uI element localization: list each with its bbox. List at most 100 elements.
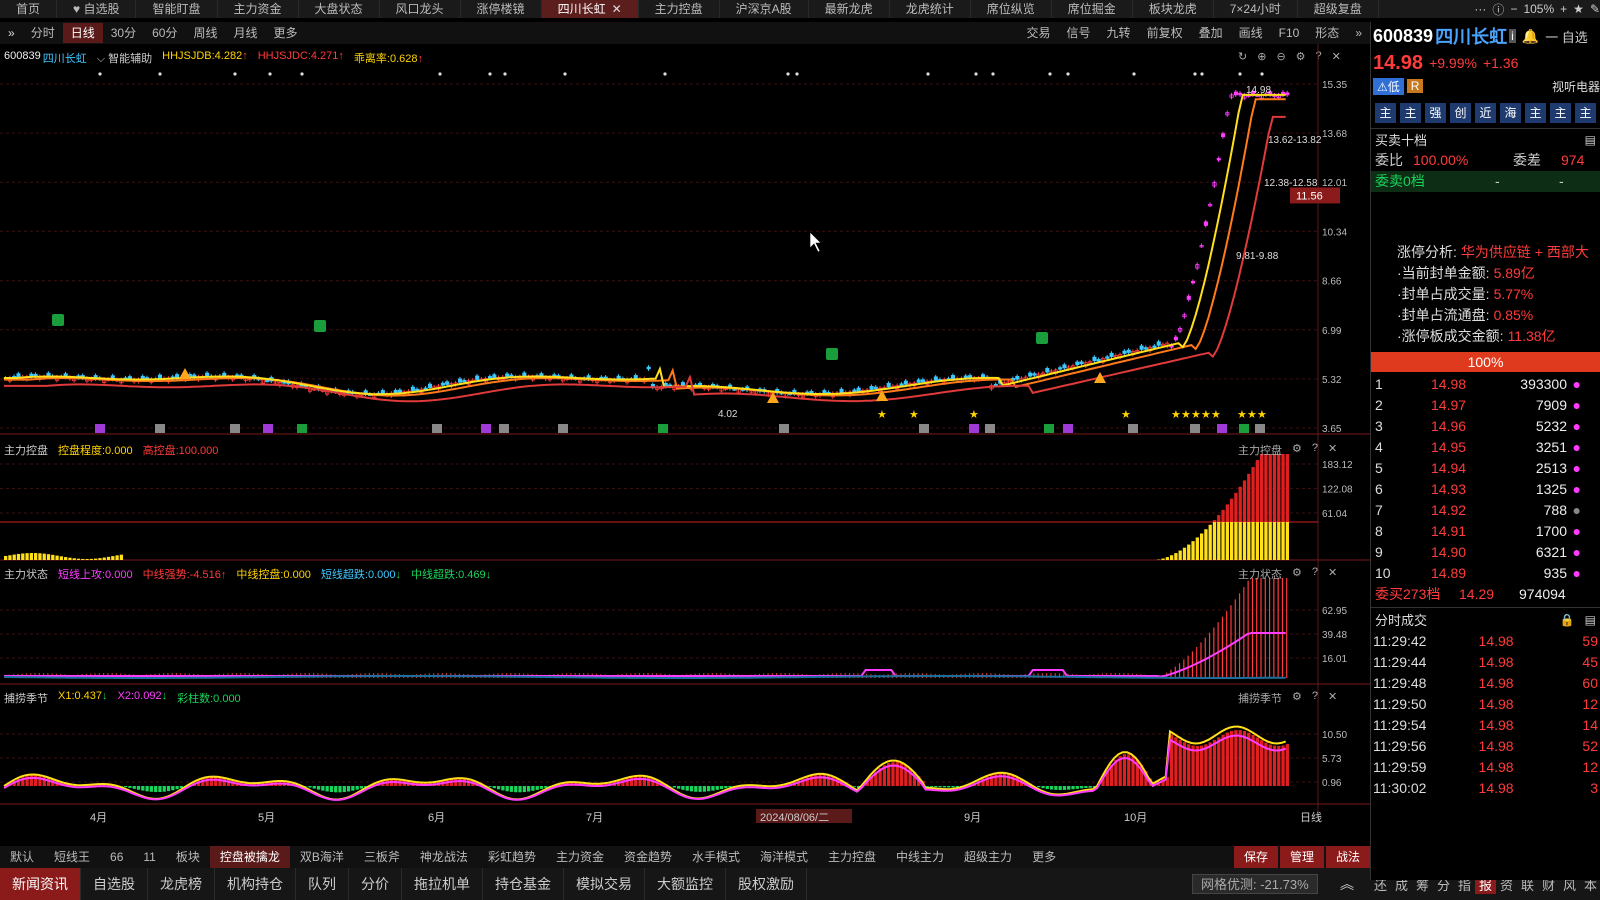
bid-row[interactable]: 5 14.94 2513 ● — [1371, 458, 1600, 479]
bid-row[interactable]: 6 14.93 1325 ● — [1371, 479, 1600, 500]
bid-row[interactable]: 10 14.89 935 ● — [1371, 563, 1600, 584]
template-tab[interactable]: 短线王 — [44, 846, 100, 868]
lock-icon[interactable]: 🔒 — [1560, 613, 1575, 627]
top-tab[interactable]: 席位纵览 — [971, 0, 1052, 18]
top-tab[interactable]: 7×24小时 — [1214, 0, 1298, 18]
toolbar-button[interactable]: 叠加 — [1191, 23, 1231, 43]
add-watchlist-button[interactable]: 一 自选 — [1545, 27, 1588, 46]
settings-icon[interactable]: ⚙ — [1292, 442, 1302, 456]
template-tab[interactable]: 主力控盘 — [818, 846, 886, 868]
bid-row[interactable]: 2 14.97 7909 ● — [1371, 395, 1600, 416]
top-tab[interactable]: 四川长虹 ✕ — [541, 0, 639, 18]
template-tab[interactable]: 默认 — [0, 846, 44, 868]
period-button[interactable]: 30分 — [103, 23, 144, 43]
bid-row[interactable]: 8 14.91 1700 ● — [1371, 521, 1600, 542]
quick-button[interactable]: 主 — [1375, 103, 1396, 123]
bid-row[interactable]: 9 14.90 6321 ● — [1371, 542, 1600, 563]
collapse-up-icon[interactable]: ︽ — [1340, 874, 1354, 894]
quick-button[interactable]: 主 — [1575, 103, 1596, 123]
top-tab[interactable]: 主力控盘 — [639, 0, 720, 18]
template-tab[interactable]: 资金趋势 — [614, 846, 682, 868]
template-tab[interactable]: 控盘被擒龙 — [209, 846, 290, 868]
template-tab[interactable]: 板块 — [166, 846, 210, 868]
template-tab[interactable]: 水手模式 — [682, 846, 750, 868]
status-tab[interactable]: 新闻资讯 — [0, 868, 81, 900]
top-tab[interactable]: 风口龙头 — [380, 0, 461, 18]
template-tab[interactable]: 三板斧 — [354, 846, 410, 868]
pen-icon[interactable]: ✎ — [1590, 2, 1600, 16]
close-icon[interactable]: ✕ — [1328, 442, 1337, 456]
template-tab[interactable]: 11 — [133, 846, 165, 868]
quick-button[interactable]: 创 — [1450, 103, 1471, 123]
top-tab[interactable]: 龙虎统计 — [890, 0, 971, 18]
status-tab[interactable]: 模拟交易 — [564, 868, 645, 900]
star-icon[interactable]: ★ — [1573, 2, 1584, 16]
top-tab[interactable]: 席位掘金 — [1052, 0, 1133, 18]
zoom-out-icon[interactable]: − — [1510, 2, 1517, 16]
template-tab[interactable]: 主力资金 — [546, 846, 614, 868]
bid-row[interactable]: 4 14.95 3251 ● — [1371, 437, 1600, 458]
close-tab-icon[interactable]: ✕ — [612, 2, 622, 16]
expand-icon[interactable]: » — [0, 23, 23, 43]
quote-name[interactable]: 四川长虹 — [1435, 23, 1507, 49]
quick-button[interactable]: 海 — [1500, 103, 1521, 123]
toolbar-button[interactable]: F10 — [1271, 23, 1308, 43]
quick-button[interactable]: 主 — [1400, 103, 1421, 123]
quick-button[interactable]: 主 — [1550, 103, 1571, 123]
status-tab[interactable]: 分价 — [349, 868, 402, 900]
status-tab[interactable]: 自选股 — [81, 868, 148, 900]
info-icon[interactable]: i — [1509, 29, 1516, 43]
template-tab[interactable]: 66 — [100, 846, 133, 868]
risk-badge[interactable]: ⚠低 — [1373, 77, 1404, 95]
template-action-button[interactable]: 战法 — [1325, 846, 1370, 868]
top-tab[interactable]: 超级复盘 — [1298, 0, 1379, 18]
template-tab[interactable]: 超级主力 — [954, 846, 1022, 868]
zoom-in-icon[interactable]: + — [1560, 2, 1567, 16]
close-icon[interactable]: ✕ — [1328, 690, 1337, 704]
status-tab[interactable]: 龙虎榜 — [148, 868, 215, 900]
table-icon[interactable]: ▤ — [1585, 133, 1596, 147]
template-tab[interactable]: 神龙战法 — [410, 846, 478, 868]
table-icon[interactable]: ▤ — [1585, 613, 1596, 627]
quick-button[interactable]: 近 — [1475, 103, 1496, 123]
top-tab[interactable]: 最新龙虎 — [809, 0, 890, 18]
bid-row[interactable]: 1 14.98 393300 ● — [1371, 374, 1600, 395]
template-tab[interactable]: 双B海洋 — [290, 846, 354, 868]
template-tab[interactable]: 彩虹趋势 — [478, 846, 546, 868]
settings-icon[interactable]: ⚙ — [1292, 566, 1302, 580]
help-icon[interactable]: ? — [1312, 442, 1318, 456]
status-tab[interactable]: 队列 — [296, 868, 349, 900]
toolbar-button[interactable]: 前复权 — [1139, 23, 1191, 43]
toolbar-button[interactable]: 形态 — [1307, 23, 1347, 43]
template-tab[interactable]: 中线主力 — [886, 846, 954, 868]
status-tab[interactable]: 大额监控 — [645, 868, 726, 900]
bid-row[interactable]: 3 14.96 5232 ● — [1371, 416, 1600, 437]
settings-icon[interactable]: ⚙ — [1292, 690, 1302, 704]
template-action-button[interactable]: 管理 — [1279, 846, 1324, 868]
top-tab[interactable]: ♥ 自选股 — [57, 0, 137, 18]
status-tab[interactable]: 股权激励 — [726, 868, 807, 900]
top-tab[interactable]: 智能盯盘 — [136, 0, 218, 18]
period-button[interactable]: 月线 — [225, 23, 265, 43]
top-tab[interactable]: 首页 — [0, 0, 58, 18]
close-icon[interactable]: ✕ — [1328, 566, 1337, 580]
status-tab[interactable]: 拖拉机单 — [402, 868, 483, 900]
template-tab[interactable]: 更多 — [1022, 846, 1066, 868]
help-icon[interactable]: ⓘ — [1492, 1, 1504, 18]
grid-optimize-readout[interactable]: 网格优测: -21.73% — [1192, 874, 1318, 894]
period-button[interactable]: 日线 — [62, 23, 103, 43]
top-tab[interactable]: 板块龙虎 — [1133, 0, 1214, 18]
r-badge[interactable]: R — [1406, 79, 1424, 93]
quick-button[interactable]: 主 — [1525, 103, 1546, 123]
quick-button[interactable]: 强 — [1425, 103, 1446, 123]
toolbar-button[interactable]: 信号 — [1059, 23, 1099, 43]
period-button[interactable]: 周线 — [185, 23, 225, 43]
status-tab[interactable]: 机构持仓 — [215, 868, 296, 900]
bid-row[interactable]: 7 14.92 788 ● — [1371, 500, 1600, 521]
help-icon[interactable]: ? — [1312, 566, 1318, 580]
top-tab[interactable]: 主力资金 — [218, 0, 299, 18]
concept-label[interactable]: 视听电器 — [1552, 78, 1600, 95]
toolbar-button[interactable]: 画线 — [1231, 23, 1271, 43]
top-tab[interactable]: 沪深京A股 — [720, 0, 809, 18]
top-tab[interactable]: 涨停楼镜 — [461, 0, 542, 18]
